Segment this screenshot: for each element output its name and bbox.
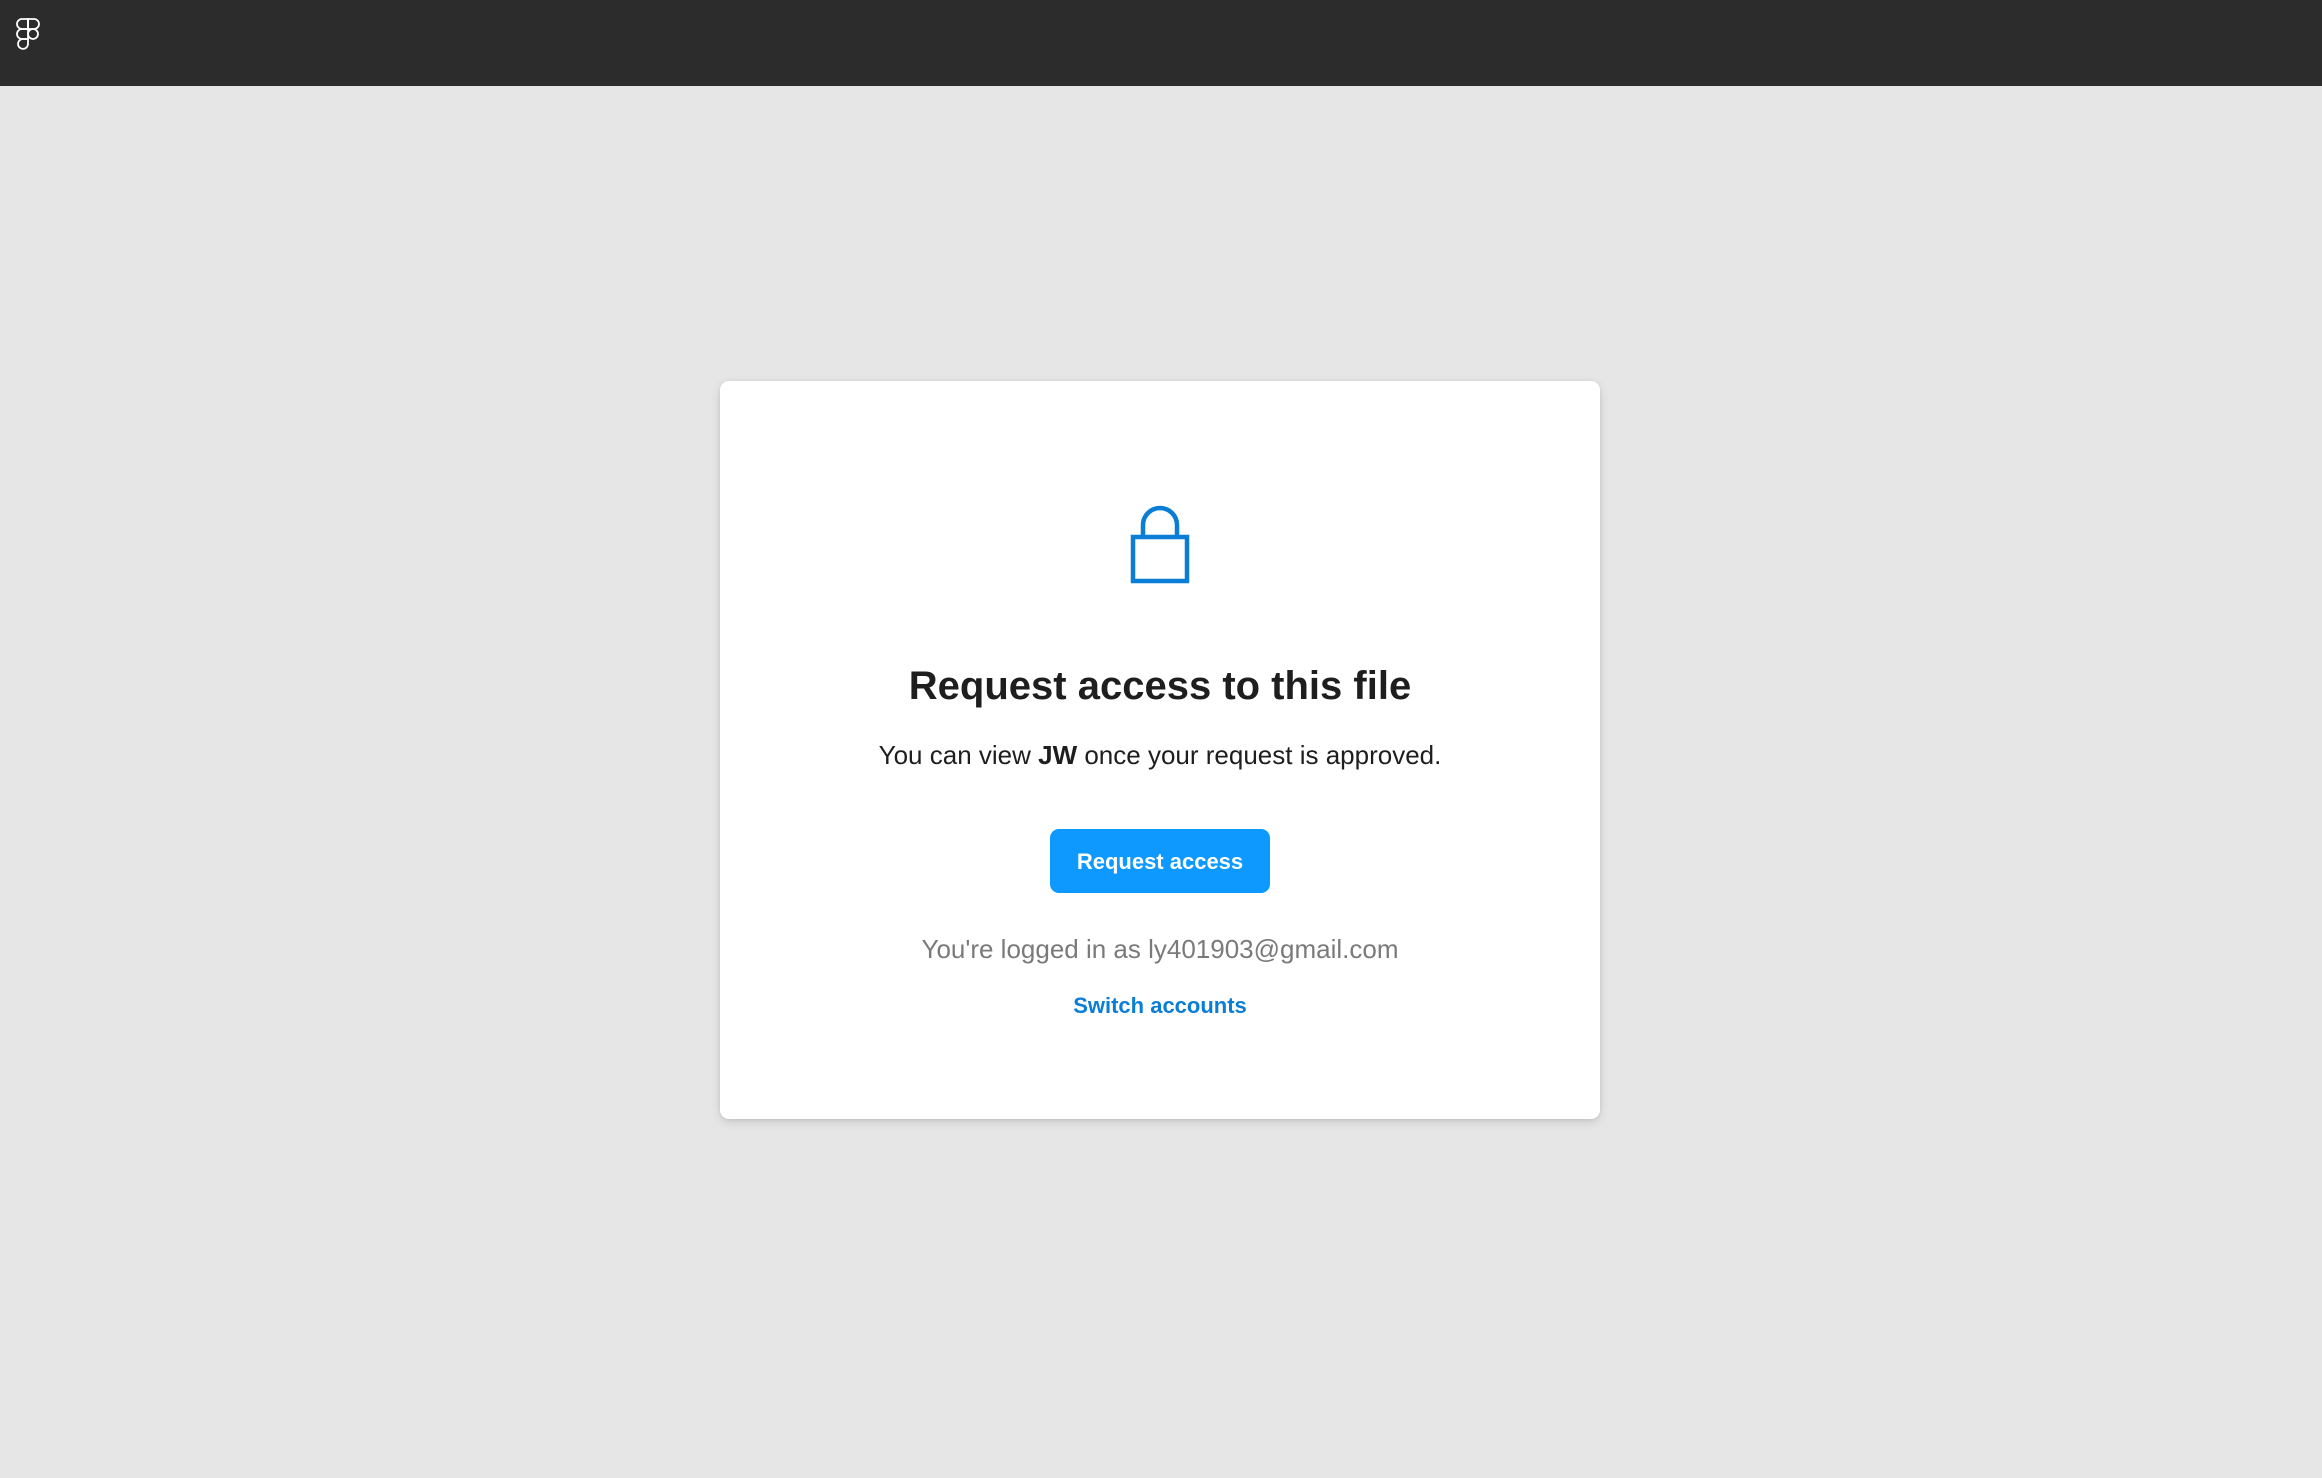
figma-logo-icon[interactable] (14, 18, 42, 54)
request-access-button[interactable]: Request access (1050, 829, 1270, 893)
lock-icon (1130, 505, 1190, 584)
switch-accounts-link[interactable]: Switch accounts (1060, 991, 1260, 1021)
logged-in-text: You're logged in as ly401903@gmail.com (921, 934, 1399, 964)
request-access-card: Request access to this file You can view… (720, 381, 1600, 1119)
subtitle-prefix: You can view (878, 740, 1039, 770)
top-bar (0, 0, 2322, 86)
subtitle-suffix: once your request is approved. (1077, 740, 1442, 770)
file-name: JW (1038, 740, 1078, 770)
dialog-subtitle: You can view JW once your request is app… (720, 738, 1600, 772)
dialog-title: Request access to this file (908, 664, 1412, 708)
